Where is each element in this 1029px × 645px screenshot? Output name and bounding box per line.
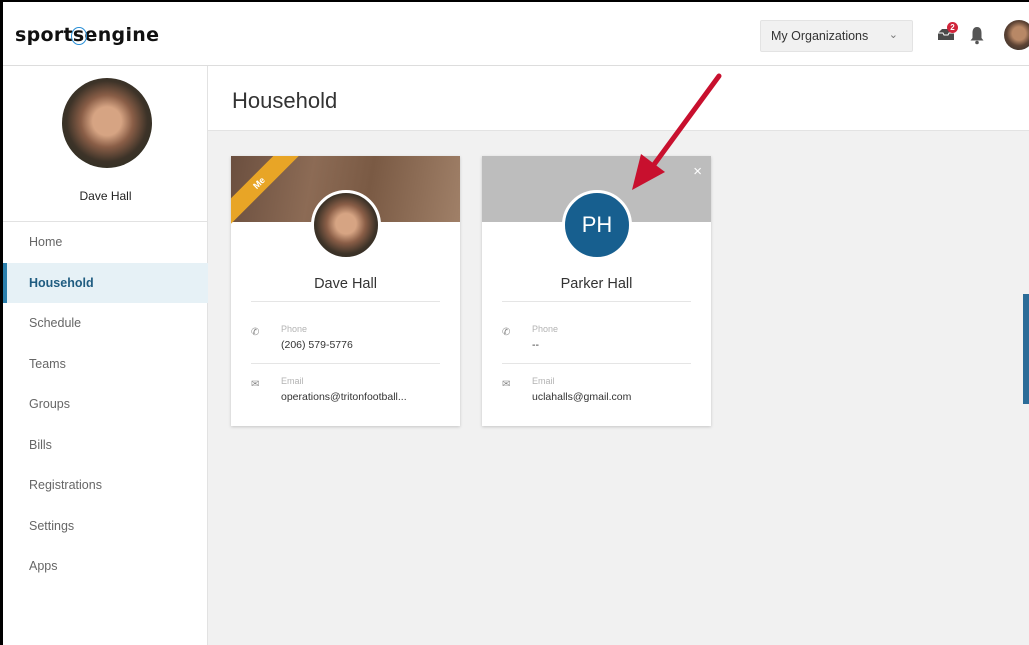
- main-content: Household Me Dave Hall ✆ Phone (206) 579…: [208, 66, 1029, 645]
- logo-text-c: engine: [84, 24, 160, 46]
- page-header: Household: [208, 66, 1029, 131]
- page-title: Household: [232, 88, 338, 113]
- divider: [502, 363, 691, 364]
- app-window: sportsengine My Organizations ⌄ 2 Dave H…: [0, 0, 1029, 645]
- sidebar-item-groups[interactable]: Groups: [3, 384, 208, 425]
- bell-icon[interactable]: [969, 25, 985, 45]
- email-icon: ✉: [251, 379, 260, 390]
- member-name: Parker Hall: [560, 276, 633, 292]
- inbox-badge: 2: [947, 22, 958, 33]
- sidebar-nav: Home Household Schedule Teams Groups Bil…: [3, 221, 208, 587]
- member-name: Dave Hall: [314, 276, 377, 292]
- sidebar-item-teams[interactable]: Teams: [3, 344, 208, 385]
- phone-label: Phone: [281, 324, 308, 334]
- profile-photo: [62, 78, 152, 168]
- logo-mark: s: [70, 24, 87, 46]
- email-value: uclahalls@gmail.com: [532, 391, 632, 403]
- phone-label: Phone: [532, 324, 559, 334]
- close-icon[interactable]: ×: [693, 163, 702, 180]
- sidebar-item-household[interactable]: Household: [3, 262, 208, 303]
- phone-value: --: [532, 339, 539, 351]
- member-initials-avatar: PH: [562, 190, 632, 260]
- sidebar-user-name: Dave Hall: [79, 189, 132, 203]
- sportsengine-logo[interactable]: sportsengine: [15, 24, 159, 46]
- email-label: Email: [281, 376, 304, 386]
- user-avatar[interactable]: [1004, 20, 1029, 50]
- household-member-card[interactable]: Me Dave Hall ✆ Phone (206) 579-5776 ✉ Em…: [231, 156, 460, 426]
- phone-value: (206) 579-5776: [281, 339, 353, 351]
- divider: [251, 363, 440, 364]
- member-photo: [311, 190, 381, 260]
- divider: [502, 301, 691, 302]
- sidebar-item-settings[interactable]: Settings: [3, 506, 208, 547]
- divider: [251, 301, 440, 302]
- logo-text-a: sport: [15, 24, 73, 46]
- sidebar-item-bills[interactable]: Bills: [3, 425, 208, 466]
- sidebar-item-home[interactable]: Home: [3, 222, 208, 263]
- my-organizations-dropdown[interactable]: My Organizations ⌄: [760, 20, 913, 52]
- top-bar: sportsengine My Organizations ⌄ 2: [3, 2, 1029, 66]
- sidebar-item-schedule[interactable]: Schedule: [3, 303, 208, 344]
- phone-icon: ✆: [502, 327, 511, 338]
- email-value: operations@tritonfootball...: [281, 391, 407, 403]
- sidebar-item-apps[interactable]: Apps: [3, 546, 208, 587]
- feedback-side-tab[interactable]: [1023, 294, 1029, 404]
- household-member-card[interactable]: × PH Parker Hall ✆ Phone -- ✉ Email ucla…: [482, 156, 711, 426]
- logo-text-b: s: [72, 24, 85, 46]
- sidebar-item-registrations[interactable]: Registrations: [3, 465, 208, 506]
- email-label: Email: [532, 376, 555, 386]
- sidebar: Dave Hall Home Household Schedule Teams …: [3, 66, 208, 645]
- chevron-down-icon: ⌄: [888, 29, 898, 41]
- org-dropdown-label: My Organizations: [771, 29, 869, 43]
- phone-icon: ✆: [251, 327, 260, 338]
- email-icon: ✉: [502, 379, 511, 390]
